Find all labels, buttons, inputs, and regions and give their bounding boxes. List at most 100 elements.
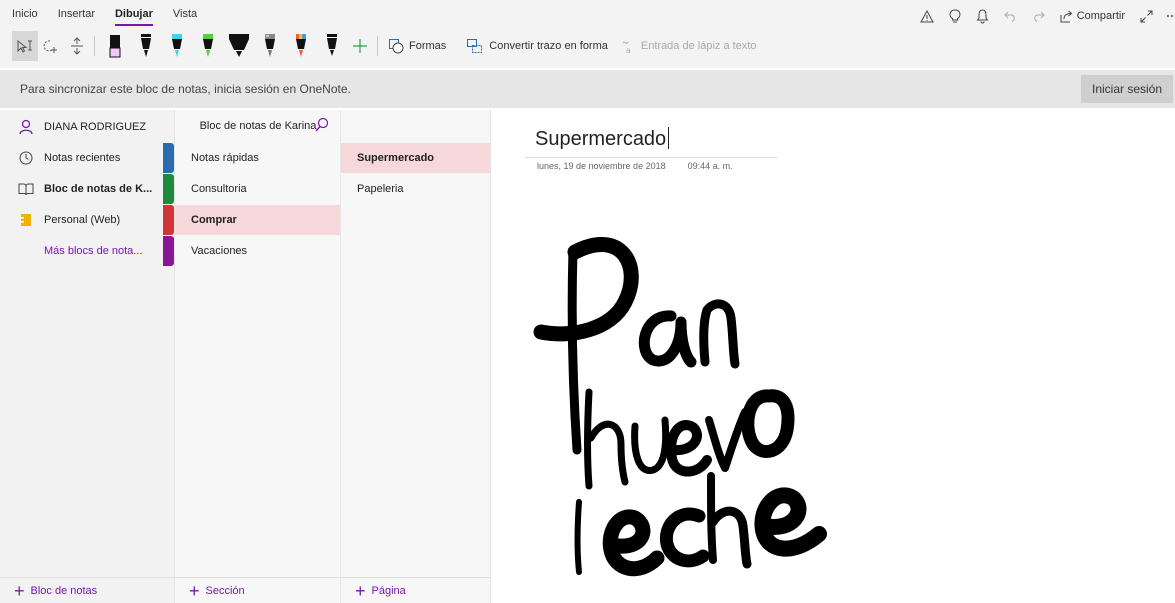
note-canvas[interactable]: Supermercado lunes, 19 de noviembre de 2… <box>490 110 1175 603</box>
tab-dibujar[interactable]: Dibujar <box>105 6 163 26</box>
green-pen[interactable] <box>192 31 223 61</box>
page-title: Supermercado <box>535 128 667 150</box>
pen-icon <box>140 34 151 57</box>
section-color-tab <box>163 205 174 235</box>
signin-message: Para sincronizar este bloc de notas, ini… <box>20 82 351 96</box>
section-color-tab <box>163 174 174 204</box>
current-notebook-title: Bloc de notas de Karina <box>199 120 317 132</box>
lasso-select-tool[interactable] <box>12 31 38 61</box>
sections-pane: Bloc de notas de Karina Notas rápidas Co… <box>174 110 341 603</box>
ink-to-text-label: Entrada de lápiz a texto <box>640 40 757 52</box>
fullscreen-icon[interactable] <box>1139 8 1153 24</box>
pen-icon <box>326 34 337 56</box>
galaxy-pen[interactable] <box>254 31 285 61</box>
shapes-icon <box>389 39 404 54</box>
draw-toolbar: Formas Convertir trazo en forma a Entrad… <box>12 30 762 62</box>
notebook-label: Personal (Web) <box>44 214 121 226</box>
page-date: lunes, 19 de noviembre de 2018 <box>537 161 666 171</box>
wide-black-pen[interactable] <box>223 31 254 61</box>
undo-icon[interactable] <box>1004 8 1018 24</box>
share-icon <box>1060 10 1072 22</box>
page-item-selected[interactable]: Supermercado <box>341 143 491 173</box>
cyan-pen[interactable] <box>161 31 192 61</box>
page-item[interactable]: Papeleria <box>341 174 491 204</box>
highlighter-purple-pen[interactable] <box>99 31 130 61</box>
page-time: 09:44 a. m. <box>687 161 733 171</box>
recent-notes-label: Notas recientes <box>44 152 121 164</box>
lasso-add-icon <box>43 40 57 53</box>
section-item[interactable]: Notas rápidas <box>175 143 341 173</box>
notebook-item-personal[interactable]: Personal (Web) <box>0 205 174 235</box>
more-options-icon[interactable] <box>1167 8 1175 24</box>
ink-to-shape-label: Convertir trazo en forma <box>489 40 608 52</box>
redo-icon[interactable] <box>1032 8 1046 24</box>
page-title-field[interactable]: Supermercado <box>535 127 670 151</box>
section-item[interactable]: Vacaciones <box>175 236 341 266</box>
section-item[interactable]: Consultoria <box>175 174 341 204</box>
toolbar-separator <box>94 36 95 56</box>
plus-icon: + <box>189 580 200 601</box>
ribbon-tabs: Inicio Insertar Dibujar Vista <box>12 6 207 26</box>
pages-pane: Supermercado Papeleria + Página <box>340 110 491 603</box>
add-page-label: Página <box>371 584 406 597</box>
svg-text:a: a <box>626 46 631 54</box>
ink-to-text-button[interactable]: a Entrada de lápiz a texto <box>614 31 763 61</box>
text-cursor <box>668 127 670 149</box>
lasso-select-icon <box>17 39 32 53</box>
person-icon <box>18 119 34 135</box>
insert-space-tool[interactable] <box>64 31 90 61</box>
clock-icon <box>18 150 34 166</box>
highlighter-icon <box>109 35 120 58</box>
add-space-tool[interactable] <box>38 31 64 61</box>
rainbow-pen[interactable] <box>285 31 316 61</box>
page-metadata: lunes, 19 de noviembre de 2018 09:44 a. … <box>537 161 733 171</box>
tab-vista[interactable]: Vista <box>163 6 207 24</box>
ink-to-shape-button[interactable]: Convertir trazo en forma <box>460 31 614 61</box>
notebook-icon <box>18 212 34 228</box>
shapes-button[interactable]: Formas <box>382 31 452 61</box>
notebook-icon <box>18 181 34 197</box>
shapes-label: Formas <box>409 40 447 52</box>
signin-banner: Para sincronizar este bloc de notas, ini… <box>0 70 1175 108</box>
title-underline <box>525 157 777 158</box>
add-notebook-label: Bloc de notas <box>30 584 98 597</box>
share-button[interactable]: Compartir <box>1060 10 1125 23</box>
plus-icon <box>353 39 367 53</box>
insert-space-icon <box>71 37 83 55</box>
user-name: DIANA RODRIGUEZ <box>44 121 147 133</box>
notebooks-pane: DIANA RODRIGUEZ Notas recientes Bloc de … <box>0 110 174 603</box>
tab-insertar[interactable]: Insertar <box>48 6 105 24</box>
user-account[interactable]: DIANA RODRIGUEZ <box>0 112 174 142</box>
add-page-button[interactable]: + Página <box>341 577 491 603</box>
section-color-tab <box>163 236 174 266</box>
more-notebooks-link[interactable]: Más blocs de nota... <box>0 236 174 266</box>
add-pen-button[interactable] <box>347 31 373 61</box>
signin-button[interactable]: Iniciar sesión <box>1081 75 1173 103</box>
ink-to-text-icon: a <box>622 41 631 54</box>
plus-icon: + <box>14 580 25 601</box>
tab-inicio[interactable]: Inicio <box>12 6 48 24</box>
title-bar-actions: Compartir <box>919 6 1175 26</box>
add-section-button[interactable]: + Sección <box>175 577 341 603</box>
toolbar-separator <box>377 36 378 56</box>
lightbulb-icon[interactable] <box>948 8 962 24</box>
pen-icon <box>202 34 213 57</box>
black-pen[interactable] <box>130 31 161 61</box>
add-notebook-button[interactable]: + Bloc de notas <box>0 577 174 603</box>
recent-notes-item[interactable]: Notas recientes <box>0 143 174 173</box>
notebook-item-karina[interactable]: Bloc de notas de K... <box>0 174 174 204</box>
notebook-label: Bloc de notas de K... <box>44 183 153 195</box>
plus-icon: + <box>355 580 366 601</box>
search-icon[interactable] <box>315 117 329 140</box>
pen-icon <box>228 34 249 57</box>
pen-icon <box>264 34 275 57</box>
pen-icon <box>295 34 306 57</box>
ribbon: Inicio Insertar Dibujar Vista Compartir <box>0 0 1175 68</box>
handwritten-ink-drawing[interactable] <box>531 230 851 590</box>
bell-icon[interactable] <box>976 8 990 24</box>
section-item-selected[interactable]: Comprar <box>175 205 341 235</box>
small-black-pen[interactable] <box>316 31 347 61</box>
ink-to-shape-icon <box>467 39 483 53</box>
warning-icon[interactable] <box>919 8 934 24</box>
sections-header: Bloc de notas de Karina <box>175 116 341 136</box>
